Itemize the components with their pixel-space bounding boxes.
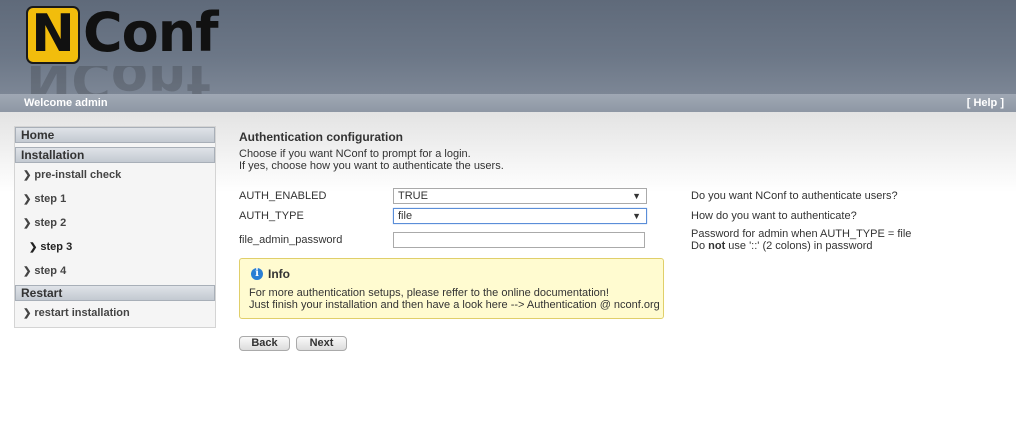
help-link[interactable]: [ Help ] <box>967 97 1004 109</box>
auth-type-select[interactable]: file ▼ <box>393 208 647 224</box>
sidebar-item-label: step 1 <box>34 193 67 205</box>
chevron-right-icon: ❯ <box>29 242 38 253</box>
sidebar-home[interactable]: Home <box>15 127 215 143</box>
help-text-pre: Do <box>691 240 709 252</box>
auth-type-value: file <box>398 210 413 222</box>
auth-enabled-help: Do you want NConf to authenticate users? <box>691 190 898 202</box>
next-button[interactable]: Next <box>296 336 347 351</box>
welcome-text: Welcome admin <box>24 97 108 109</box>
sidebar-section-restart: Restart <box>15 285 215 301</box>
page-title: Authentication configuration <box>239 130 403 144</box>
nconf-logo[interactable]: N Conf <box>26 1 219 66</box>
logo-reflection-text: NConf <box>26 66 210 94</box>
help-text-post: use '::' (2 colons) in password <box>725 240 873 252</box>
info-icon: i <box>251 268 263 280</box>
sidebar-section-installation: Installation <box>15 147 215 163</box>
description-line-2: If yes, choose how you want to authentic… <box>239 160 504 172</box>
info-line-1: For more authentication setups, please r… <box>249 287 609 299</box>
dropdown-arrow-icon: ▼ <box>632 211 641 221</box>
chevron-right-icon: ❯ <box>23 308 32 319</box>
auth-type-help: How do you want to authenticate? <box>691 210 857 222</box>
sidebar-item-step-4[interactable]: ❯ step 4 <box>15 259 215 283</box>
file-admin-password-input[interactable] <box>393 232 645 248</box>
dropdown-arrow-icon: ▼ <box>632 191 641 201</box>
chevron-right-icon: ❯ <box>23 170 32 181</box>
chevron-right-icon: ❯ <box>23 194 32 205</box>
info-title: Info <box>268 267 290 281</box>
sidebar-item-label: pre-install check <box>34 169 122 181</box>
sidebar-item-pre-install-check[interactable]: ❯ pre-install check <box>15 163 215 187</box>
chevron-right-icon: ❯ <box>23 218 32 229</box>
logo-n-block: N <box>26 6 80 64</box>
sidebar-item-label: step 2 <box>34 217 67 229</box>
sidebar-item-restart-installation[interactable]: ❯ restart installation <box>15 301 215 325</box>
sidebar-nav: Home Installation ❯ pre-install check ❯ st… <box>14 126 216 328</box>
top-bar: Welcome admin [ Help ] <box>0 94 1016 112</box>
sidebar-item-label: step 3 <box>40 241 73 253</box>
file-admin-password-help-2: Do not use '::' (2 colons) in password <box>691 240 873 252</box>
auth-type-label: AUTH_TYPE <box>239 210 304 222</box>
logo-text: Conf <box>83 1 219 64</box>
help-text-bold: not <box>708 240 726 252</box>
logo-reflection: NConf <box>26 66 256 94</box>
description-line-1: Choose if you want NConf to prompt for a… <box>239 148 471 160</box>
sidebar-item-step-3[interactable]: ❯ step 3 <box>15 235 215 259</box>
sidebar-item-label: step 4 <box>34 265 67 277</box>
file-admin-password-label: file_admin_password <box>239 234 343 246</box>
auth-enabled-label: AUTH_ENABLED <box>239 190 327 202</box>
sidebar-item-label: restart installation <box>34 307 130 319</box>
file-admin-password-help-1: Password for admin when AUTH_TYPE = file <box>691 228 912 240</box>
info-box: i Info For more authentication setups, p… <box>239 258 664 319</box>
auth-enabled-value: TRUE <box>398 190 428 202</box>
back-button[interactable]: Back <box>239 336 290 351</box>
sidebar-item-step-2[interactable]: ❯ step 2 <box>15 211 215 235</box>
header: N Conf NConf <box>0 0 1016 94</box>
chevron-right-icon: ❯ <box>23 266 32 277</box>
sidebar-item-step-1[interactable]: ❯ step 1 <box>15 187 215 211</box>
info-line-2[interactable]: Just finish your installation and then h… <box>249 299 660 311</box>
auth-enabled-select[interactable]: TRUE ▼ <box>393 188 647 204</box>
